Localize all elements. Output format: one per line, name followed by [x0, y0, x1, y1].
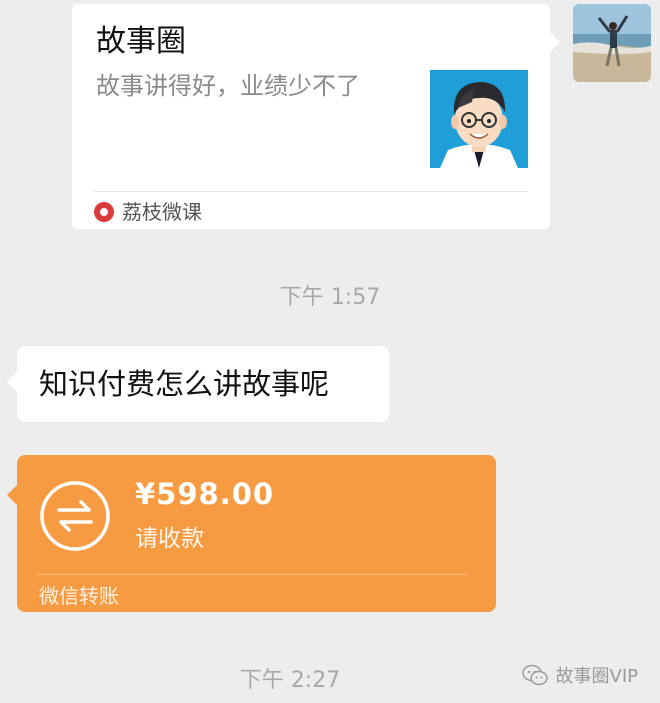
timestamp: 下午 1:57 — [279, 285, 381, 310]
link-card-divider — [94, 191, 528, 192]
link-source: 荔枝微课 — [94, 198, 202, 226]
link-description: 故事讲得好，业绩少不了 — [96, 72, 360, 100]
transfer-divider — [37, 574, 468, 575]
watermark: 故事圈VIP — [521, 662, 638, 688]
transfer-status: 请收款 — [135, 526, 204, 552]
self-avatar[interactable] — [573, 4, 651, 82]
transfer-arrows-icon — [39, 480, 111, 552]
shared-link-card[interactable]: 故事圈 故事讲得好，业绩少不了 荔枝微课 — [72, 4, 560, 229]
link-title: 故事圈 — [96, 24, 186, 59]
transfer-amount: ¥598.00 — [135, 477, 275, 511]
beach-photo-avatar-icon — [573, 4, 651, 82]
watermark-text: 故事圈VIP — [555, 666, 638, 687]
wechat-icon — [521, 664, 548, 686]
message-text: 知识付费怎么讲故事呢 — [39, 367, 330, 401]
transfer-label: 微信转账 — [39, 584, 119, 608]
link-thumbnail-icon — [430, 70, 528, 168]
link-source-name: 荔枝微课 — [122, 200, 202, 224]
incoming-message-bubble[interactable]: 知识付费怎么讲故事呢 — [7, 346, 389, 422]
lizhi-logo-icon — [94, 202, 114, 222]
transfer-bubble[interactable]: ¥598.00 请收款 微信转账 — [7, 455, 496, 612]
